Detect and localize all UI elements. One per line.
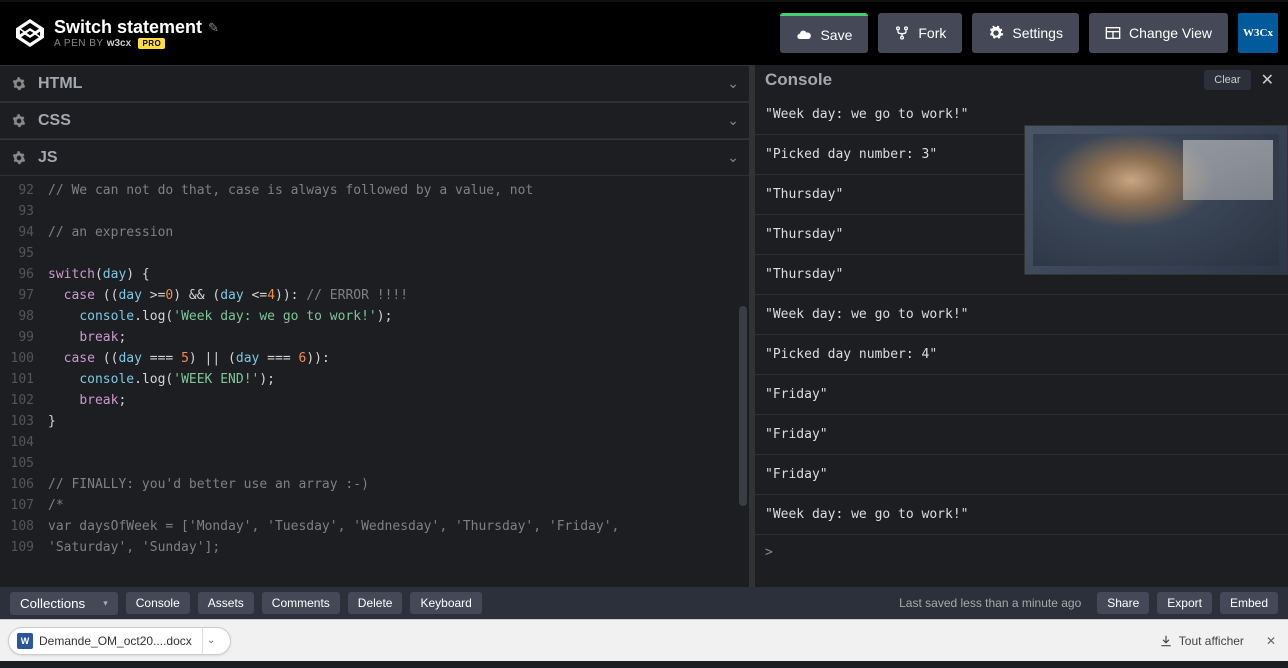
pen-title[interactable]: Switch statement: [54, 17, 202, 38]
chevron-down-icon[interactable]: ⌄: [727, 149, 739, 166]
layout-icon: [1105, 25, 1121, 41]
console-output[interactable]: "Week day: we go to work!""Picked day nu…: [755, 95, 1288, 587]
author-link[interactable]: w3cx: [107, 38, 131, 49]
pro-badge: PRO: [138, 38, 165, 49]
console-line: "Friday": [755, 375, 1288, 415]
webcam-overlay: [1024, 125, 1288, 275]
console-line: "Week day: we go to work!": [755, 495, 1288, 535]
download-icon: [1159, 634, 1173, 648]
close-console-icon[interactable]: ✕: [1257, 70, 1278, 90]
console-title: Console: [765, 70, 1204, 90]
keyboard-button[interactable]: Keyboard: [410, 592, 481, 614]
console-header: Console Clear ✕: [755, 65, 1288, 95]
export-button[interactable]: Export: [1157, 592, 1212, 614]
fork-icon: [894, 25, 910, 41]
change-view-button[interactable]: Change View: [1089, 13, 1228, 53]
css-pane-header[interactable]: CSS ⌄: [0, 102, 749, 139]
close-download-bar-icon[interactable]: ✕: [1262, 630, 1280, 652]
assets-button[interactable]: Assets: [198, 592, 254, 614]
scrollbar-thumb[interactable]: [739, 306, 747, 506]
console-line: "Week day: we go to work!": [755, 295, 1288, 335]
gear-icon[interactable]: [10, 112, 28, 130]
line-gutter: 9293949596979899100101102103104105106107…: [0, 176, 40, 587]
word-doc-icon: W: [17, 633, 33, 649]
clear-console-button[interactable]: Clear: [1204, 70, 1250, 90]
code-content[interactable]: // We can not do that, case is always fo…: [40, 176, 749, 587]
js-pane-header[interactable]: JS ⌄: [0, 139, 749, 176]
console-line: "Friday": [755, 455, 1288, 495]
save-status: Last saved less than a minute ago: [899, 596, 1081, 610]
output-column: Console Clear ✕ "Week day: we go to work…: [755, 65, 1288, 587]
show-all-downloads[interactable]: Tout afficher: [1151, 630, 1252, 652]
workspace: HTML ⌄ CSS ⌄ JS ⌄ 9293949596979899100101…: [0, 65, 1288, 587]
console-line: "Friday": [755, 415, 1288, 455]
download-filename: Demande_OM_oct20....docx: [39, 634, 192, 648]
chevron-down-icon[interactable]: ⌄: [202, 627, 220, 655]
user-avatar[interactable]: W3Cx: [1238, 13, 1278, 53]
comments-button[interactable]: Comments: [262, 592, 340, 614]
chevron-down-icon[interactable]: ⌄: [727, 75, 739, 92]
embed-button[interactable]: Embed: [1220, 592, 1278, 614]
browser-download-bar: W Demande_OM_oct20....docx ⌄ Tout affich…: [0, 619, 1288, 661]
editors-column: HTML ⌄ CSS ⌄ JS ⌄ 9293949596979899100101…: [0, 65, 755, 587]
settings-button[interactable]: Settings: [972, 13, 1079, 53]
byline: A PEN BY w3cx PRO: [54, 38, 219, 49]
download-chip[interactable]: W Demande_OM_oct20....docx ⌄: [8, 627, 231, 655]
footer-bar: Collections Console Assets Comments Dele…: [0, 587, 1288, 619]
fork-button[interactable]: Fork: [878, 13, 962, 53]
html-pane-title: HTML: [38, 75, 727, 93]
html-pane-header[interactable]: HTML ⌄: [0, 65, 749, 102]
js-editor[interactable]: 9293949596979899100101102103104105106107…: [0, 176, 749, 587]
console-toggle-button[interactable]: Console: [126, 592, 190, 614]
chevron-down-icon[interactable]: ⌄: [727, 112, 739, 129]
console-prompt[interactable]: >: [755, 535, 1288, 570]
codepen-logo[interactable]: [16, 19, 44, 47]
delete-button[interactable]: Delete: [348, 592, 403, 614]
gear-icon: [988, 25, 1004, 41]
cloud-icon: [796, 27, 812, 43]
title-block: Switch statement ✎ A PEN BY w3cx PRO: [54, 17, 219, 49]
css-pane-title: CSS: [38, 112, 727, 130]
save-button[interactable]: Save: [780, 13, 868, 53]
gear-icon[interactable]: [10, 149, 28, 167]
gear-icon[interactable]: [10, 75, 28, 93]
console-line: "Picked day number: 4": [755, 335, 1288, 375]
share-button[interactable]: Share: [1097, 592, 1149, 614]
collections-dropdown[interactable]: Collections: [10, 592, 118, 615]
js-pane-title: JS: [38, 149, 727, 167]
edit-title-icon[interactable]: ✎: [208, 20, 219, 36]
app-header: Switch statement ✎ A PEN BY w3cx PRO Sav…: [0, 0, 1288, 65]
